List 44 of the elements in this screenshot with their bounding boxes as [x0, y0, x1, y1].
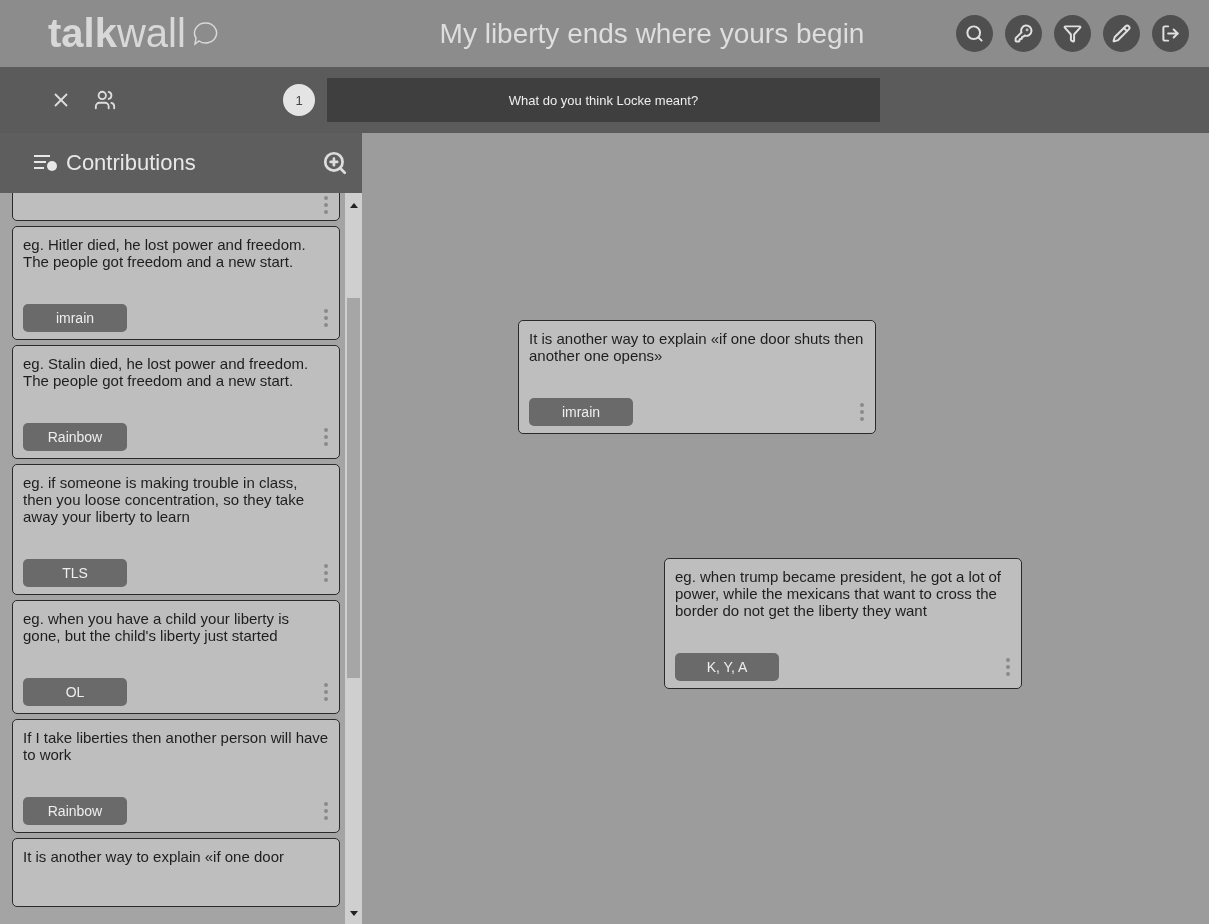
contribution-card[interactable]: eg. if someone is making trouble in class, then you loose concentration, so they take away your liberty to learn TLS [12, 464, 340, 595]
speech-bubble-icon [191, 19, 220, 48]
filter-button[interactable] [1054, 15, 1091, 52]
contribution-text: eg. when you have a child your liberty is gone, but the child's liberty just started [23, 610, 290, 644]
contribution-text: It is another way to explain «if one door [23, 848, 285, 865]
author-tag: K, Y, A [675, 653, 779, 681]
question-count: 1 [283, 84, 315, 116]
logout-icon [1161, 24, 1180, 43]
contribution-text: eg. if someone is making trouble in class, then you loose concentration, so they take away your liberty to learn [23, 474, 305, 525]
key-button[interactable] [1005, 15, 1042, 52]
wall-title: My liberty ends where yours begin [438, 17, 866, 50]
search-icon [965, 24, 984, 43]
logout-button[interactable] [1152, 15, 1189, 52]
contribution-text: eg. when trump became president, he got a lot of power, while the mexicans that want to cross the border do not get the liberty they want [675, 568, 1003, 619]
key-icon [1014, 24, 1033, 43]
author-tag: OL [23, 678, 127, 706]
author-tag: imrain [529, 398, 633, 426]
scrollbar[interactable] [345, 193, 362, 924]
contribution-card[interactable]: eg. when you have a child your liberty is gone, but the child's liberty just started OL [12, 600, 340, 714]
filter-icon [1063, 24, 1082, 43]
contribution-card[interactable]: eg. when trump became president, he got a lot of power, while the mexicans that want to cross the border do not get the liberty they want K, Y, A [664, 558, 1022, 689]
contribution-text: eg. Hitler died, he lost power and freedom. The people got freedom and a new start. [23, 236, 307, 270]
author-tag: Rainbow [23, 423, 127, 451]
list-icon [34, 154, 58, 172]
sidebar-title: Contributions [66, 150, 196, 176]
contribution-card[interactable]: eg. Stalin died, he lost power and freedom. The people got freedom and a new start. Rainbow [12, 345, 340, 459]
author-tag: Rainbow [23, 797, 127, 825]
contribution-text: If I take liberties then another person will have to work [23, 729, 329, 763]
author-tag: TLS [23, 559, 127, 587]
question-text: What do you think Locke meant? [327, 78, 880, 122]
edit-button[interactable] [1103, 15, 1140, 52]
contribution-text: It is another way to explain «if one door shuts then another one opens» [529, 330, 865, 364]
pencil-icon [1112, 24, 1131, 43]
author-tag: imrain [23, 304, 127, 332]
logo-text: talkwall [48, 11, 186, 56]
contribution-card[interactable] [12, 193, 340, 221]
contribution-text: eg. Stalin died, he lost power and freedom. The people got freedom and a new start. [23, 355, 310, 389]
contribution-card[interactable]: It is another way to explain «if one door shuts then another one opens» imrain [518, 320, 876, 434]
contribution-card[interactable]: eg. Hitler died, he lost power and freedom. The people got freedom and a new start. imrain [12, 226, 340, 340]
contribution-card[interactable]: It is another way to explain «if one door [12, 838, 340, 907]
zoom-button[interactable] [956, 15, 993, 52]
search-button[interactable] [322, 150, 348, 176]
contribution-card[interactable]: If I take liberties then another person will have to work Rainbow [12, 719, 340, 833]
group-icon[interactable] [94, 89, 116, 111]
